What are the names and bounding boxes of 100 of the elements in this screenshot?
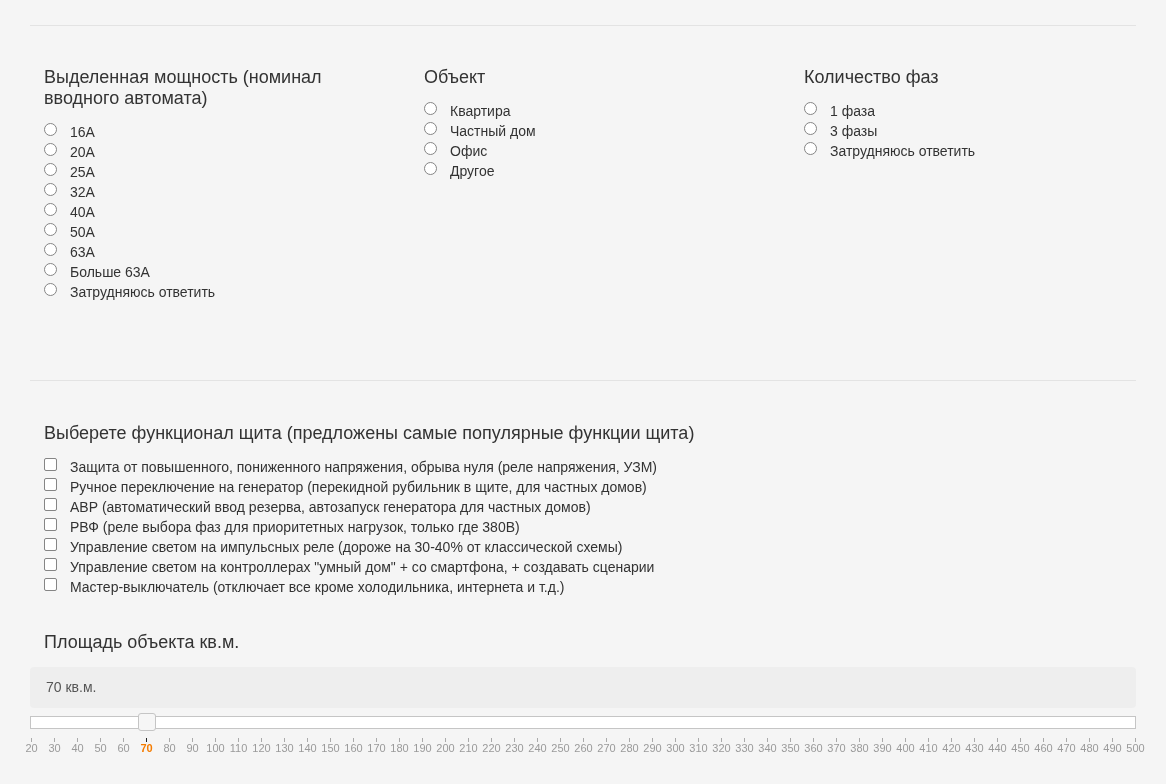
scale-label[interactable]: 480 [1080, 742, 1099, 754]
scale-label[interactable]: 230 [505, 742, 524, 754]
scale-label[interactable]: 390 [873, 742, 892, 754]
option-label[interactable]: Ручное переключение на генератор (перекидной рубильник в щите, для частных домов) [70, 477, 647, 497]
scale-label[interactable]: 40 [71, 742, 84, 754]
radio-button[interactable] [44, 283, 57, 296]
scale-label[interactable]: 340 [758, 742, 777, 754]
scale-label[interactable]: 180 [390, 742, 409, 754]
radio-button[interactable] [424, 102, 437, 115]
radio-button[interactable] [424, 142, 437, 155]
scale-label[interactable]: 220 [482, 742, 501, 754]
scale-label[interactable]: 240 [528, 742, 547, 754]
scale-label[interactable]: 500 [1126, 742, 1145, 754]
checkbox[interactable] [44, 538, 57, 551]
scale-label[interactable]: 280 [620, 742, 639, 754]
scale-label[interactable]: 150 [321, 742, 340, 754]
option-label[interactable]: Управление светом на импульсных реле (дороже на 30-40% от классической схемы) [70, 537, 623, 557]
option-label[interactable]: 16А [70, 122, 95, 142]
scale-label[interactable]: 70 [140, 742, 153, 754]
radio-button[interactable] [44, 223, 57, 236]
radio-button[interactable] [44, 163, 57, 176]
scale-tick [951, 738, 952, 742]
scale-label[interactable]: 300 [666, 742, 685, 754]
scale-label[interactable]: 200 [436, 742, 455, 754]
option-label[interactable]: 40А [70, 202, 95, 222]
radio-button[interactable] [804, 142, 817, 155]
option-label[interactable]: 1 фаза [830, 101, 876, 121]
scale-label[interactable]: 400 [896, 742, 915, 754]
scale-label[interactable]: 470 [1057, 742, 1076, 754]
scale-label[interactable]: 270 [597, 742, 616, 754]
scale-label[interactable]: 350 [781, 742, 800, 754]
radio-button[interactable] [804, 102, 817, 115]
option-label[interactable]: Офис [450, 141, 488, 161]
scale-label[interactable]: 210 [459, 742, 478, 754]
scale-label[interactable]: 430 [965, 742, 984, 754]
scale-label[interactable]: 100 [206, 742, 225, 754]
scale-label[interactable]: 120 [252, 742, 271, 754]
checkbox[interactable] [44, 558, 57, 571]
scale-label[interactable]: 160 [344, 742, 363, 754]
scale-label[interactable]: 440 [988, 742, 1007, 754]
option-label[interactable]: Мастер-выключатель (отключает все кроме холодильника, интернета и т.д.) [70, 577, 565, 597]
slider-track[interactable] [30, 716, 1136, 729]
scale-label[interactable]: 330 [735, 742, 754, 754]
option-label[interactable]: Затрудняюсь ответить [70, 282, 216, 302]
scale-label[interactable]: 290 [643, 742, 662, 754]
option-label[interactable]: 20А [70, 142, 95, 162]
scale-label[interactable]: 490 [1103, 742, 1122, 754]
option-label[interactable]: 50А [70, 222, 95, 242]
scale-label[interactable]: 250 [551, 742, 570, 754]
option-label[interactable]: РВФ (реле выбора фаз для приоритетных нагрузок, только где 380В) [70, 517, 520, 537]
radio-button[interactable] [44, 203, 57, 216]
scale-tick [399, 738, 400, 742]
checkbox[interactable] [44, 578, 57, 591]
option-label[interactable]: Другое [450, 161, 495, 181]
scale-label[interactable]: 450 [1011, 742, 1030, 754]
radio-button[interactable] [804, 122, 817, 135]
option-label[interactable]: 25А [70, 162, 95, 182]
checkbox[interactable] [44, 458, 57, 471]
option-label[interactable]: Затрудняюсь ответить [830, 141, 976, 161]
checkbox[interactable] [44, 518, 57, 531]
option-label[interactable]: Частный дом [450, 121, 536, 141]
scale-label[interactable]: 170 [367, 742, 386, 754]
scale-label[interactable]: 420 [942, 742, 961, 754]
radio-button[interactable] [424, 162, 437, 175]
radio-button[interactable] [44, 243, 57, 256]
slider-handle[interactable] [137, 713, 156, 731]
scale-label[interactable]: 50 [94, 742, 107, 754]
scale-label[interactable]: 130 [275, 742, 294, 754]
radio-button[interactable] [44, 123, 57, 136]
scale-label[interactable]: 460 [1034, 742, 1053, 754]
scale-label[interactable]: 360 [804, 742, 823, 754]
option-label[interactable]: Управление светом на контроллерах "умный дом" + со смартфона, + создавать сценарии [70, 557, 655, 577]
scale-tick [928, 738, 929, 742]
scale-label[interactable]: 370 [827, 742, 846, 754]
radio-button[interactable] [424, 122, 437, 135]
checkbox[interactable] [44, 498, 57, 511]
scale-label[interactable]: 190 [413, 742, 432, 754]
option-label[interactable]: АВР (автоматический ввод резерва, автозапуск генератора для частных домов) [70, 497, 591, 517]
radio-button[interactable] [44, 183, 57, 196]
checkbox[interactable] [44, 478, 57, 491]
scale-label[interactable]: 110 [229, 742, 248, 754]
option-label[interactable]: Больше 63А [70, 262, 150, 282]
scale-label[interactable]: 80 [163, 742, 176, 754]
scale-label[interactable]: 90 [186, 742, 199, 754]
scale-label[interactable]: 310 [689, 742, 708, 754]
scale-label[interactable]: 60 [117, 742, 130, 754]
scale-label[interactable]: 410 [919, 742, 938, 754]
scale-label[interactable]: 380 [850, 742, 869, 754]
radio-button[interactable] [44, 143, 57, 156]
option-label[interactable]: 32А [70, 182, 95, 202]
option-label[interactable]: Квартира [450, 101, 511, 121]
scale-label[interactable]: 260 [574, 742, 593, 754]
scale-label[interactable]: 30 [48, 742, 61, 754]
option-label[interactable]: 3 фазы [830, 121, 878, 141]
option-label[interactable]: 63А [70, 242, 95, 262]
scale-label[interactable]: 140 [298, 742, 317, 754]
scale-label[interactable]: 320 [712, 742, 731, 754]
scale-label[interactable]: 20 [25, 742, 38, 754]
option-label[interactable]: Защита от повышенного, пониженного напряжения, обрыва нуля (реле напряжения, УЗМ) [70, 457, 657, 477]
radio-button[interactable] [44, 263, 57, 276]
